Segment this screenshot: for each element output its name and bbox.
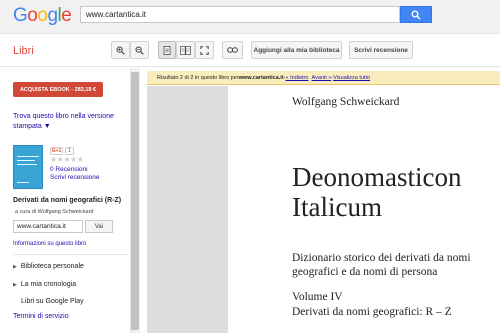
search-in-book-input[interactable] bbox=[13, 220, 83, 233]
zoom-out-icon bbox=[135, 46, 144, 55]
two-page-icon bbox=[180, 45, 191, 55]
books-toolbar: Libri bbox=[0, 34, 500, 67]
zoom-out-button[interactable] bbox=[130, 41, 149, 59]
section-title[interactable]: Libri bbox=[13, 45, 34, 57]
write-review-button[interactable]: Scrivi recensione bbox=[349, 41, 413, 59]
expand-arrow-icon: ▶ bbox=[13, 263, 17, 270]
single-page-view-button[interactable] bbox=[158, 41, 176, 59]
page-subtitle: geografici e da nomi di persona bbox=[292, 266, 438, 278]
single-page-icon bbox=[163, 45, 171, 55]
menu-item-history[interactable]: ▶ La mia cronologia bbox=[13, 281, 76, 288]
next-result-link[interactable]: Avanti » bbox=[312, 75, 332, 81]
top-bar: Google bbox=[0, 0, 500, 34]
search-result-banner: Risultato 2 di 2 in questo libro per www… bbox=[147, 71, 500, 85]
expand-arrow-icon: ▶ bbox=[13, 281, 17, 288]
menu-item-personal-library[interactable]: ▶ Biblioteca personale bbox=[13, 263, 84, 270]
zoom-in-icon bbox=[116, 46, 125, 55]
menu-item-google-play[interactable]: Libri su Google Play bbox=[21, 298, 84, 305]
rating-stars: ★★★★★ bbox=[50, 155, 84, 164]
find-print-version-link[interactable]: Trova questo libro nella versione stampa… bbox=[13, 112, 125, 132]
fullscreen-icon bbox=[200, 45, 209, 55]
reviews-link[interactable]: 0 Recensioni bbox=[50, 166, 88, 173]
previous-result-link[interactable]: « Indietro bbox=[286, 75, 309, 81]
logo-letter: g bbox=[47, 5, 58, 26]
about-this-book-link[interactable]: Informazioni su questo libro bbox=[13, 241, 86, 247]
book-cover-thumbnail[interactable] bbox=[13, 145, 43, 189]
view-all-link[interactable]: Visualizza tutto bbox=[333, 75, 370, 81]
zoom-in-button[interactable] bbox=[111, 41, 130, 59]
result-count-text: Risultato 2 di 2 in questo libro per bbox=[157, 74, 239, 81]
page-volume: Volume IV bbox=[292, 291, 343, 303]
menu-item-label: Biblioteca personale bbox=[20, 263, 84, 270]
page-subtitle: Dizionario storico dei derivati da nomi bbox=[292, 252, 471, 264]
result-query: www.cartantica.it bbox=[238, 74, 284, 81]
google-logo[interactable]: Google bbox=[13, 5, 72, 27]
divider bbox=[13, 254, 128, 255]
search-button[interactable] bbox=[400, 6, 432, 23]
plus-one-count: 1 bbox=[65, 147, 74, 155]
buy-ebook-button[interactable]: ACQUISTA EBOOK - 283,19 € bbox=[13, 82, 103, 97]
add-to-library-button[interactable]: Aggiungi alla mia biblioteca bbox=[251, 41, 342, 59]
fullscreen-button[interactable] bbox=[195, 41, 214, 59]
book-author: a cura di Wolfgang Schweickard bbox=[15, 209, 94, 215]
write-review-link[interactable]: Scrivi recensione bbox=[50, 174, 100, 181]
logo-letter: G bbox=[13, 5, 28, 26]
page-volume-subtitle: Derivati da nomi geografici: R – Z bbox=[292, 306, 452, 318]
page-author: Wolfgang Schweickard bbox=[292, 96, 400, 108]
logo-letter: e bbox=[61, 5, 72, 26]
google-plus-one-button[interactable]: G+1 bbox=[50, 147, 63, 155]
page-title: Italicum bbox=[292, 192, 382, 222]
search-input[interactable] bbox=[80, 6, 400, 23]
menu-item-label: Libri su Google Play bbox=[21, 298, 84, 305]
terms-of-service-link[interactable]: Termini di servizio bbox=[13, 313, 69, 320]
page-title: Deonomasticon bbox=[292, 162, 462, 192]
sidebar-scroll-thumb[interactable] bbox=[131, 72, 139, 330]
menu-item-label: La mia cronologia bbox=[20, 281, 77, 288]
logo-letter: o bbox=[37, 5, 48, 26]
magnifier-icon bbox=[411, 10, 421, 20]
go-button[interactable]: Vai bbox=[85, 220, 113, 233]
logo-letter: o bbox=[27, 5, 38, 26]
link-button[interactable] bbox=[222, 41, 243, 59]
book-title: Derivati da nomi geografici (R-Z) bbox=[13, 197, 122, 204]
two-page-view-button[interactable] bbox=[176, 41, 195, 59]
link-icon bbox=[227, 47, 238, 53]
